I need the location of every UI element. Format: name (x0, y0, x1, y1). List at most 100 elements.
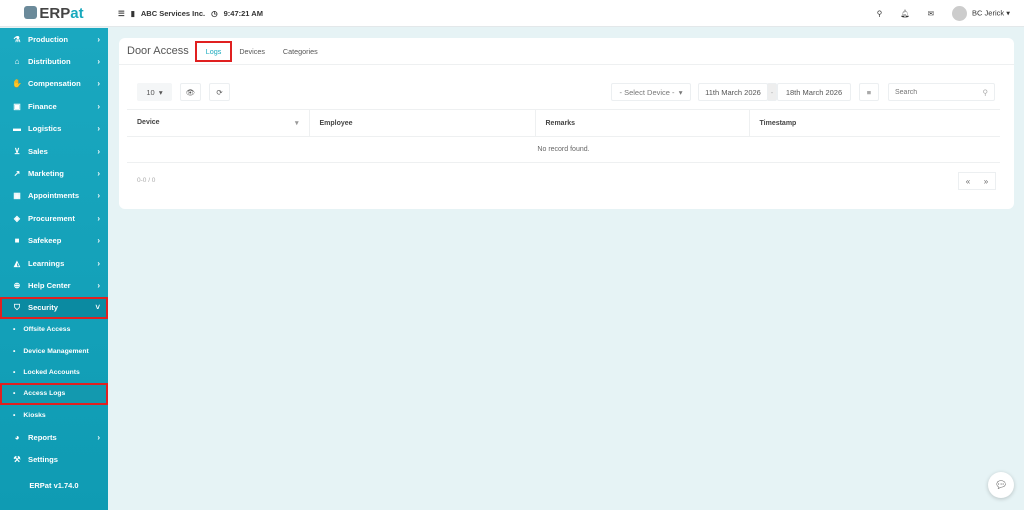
user-name: BC Jerick (972, 7, 1005, 17)
avatar (952, 5, 968, 21)
door-access-card: Door Access Logs Devices Categories 10 ▾… (119, 38, 1014, 209)
chevron-right-icon: › (97, 213, 100, 223)
sidebar-item-label: Appointments (28, 191, 80, 201)
sidebar-item-help-center[interactable]: ⊕ Help Center › (0, 274, 108, 296)
column-header-timestamp[interactable]: Timestamp (748, 109, 1000, 137)
chevron-down-icon: ˅ (95, 303, 100, 313)
chevron-right-icon: › (97, 169, 100, 179)
page-title: Door Access (127, 45, 189, 57)
clock-icon: ◷ (211, 8, 218, 18)
search-box[interactable]: ⚲ (888, 83, 995, 101)
graduation-icon: ◭ (13, 258, 21, 268)
sidebar-subitem-access-logs[interactable]: Access Logs (0, 383, 108, 405)
sidebar-subitem-offsite-access[interactable]: Offsite Access (0, 319, 108, 340)
empty-message: No record found. (127, 136, 1000, 163)
date-to-input[interactable]: 18th March 2026 (777, 83, 851, 101)
refresh-button[interactable]: ⟳ (209, 83, 230, 101)
date-from-input[interactable]: 11th March 2026 (698, 83, 768, 101)
sidebar-subitem-locked-accounts[interactable]: Locked Accounts (0, 362, 108, 383)
tab-categories[interactable]: Categories (274, 43, 327, 60)
date-separator: - (767, 83, 777, 101)
device-select[interactable]: - Select Device - ▾ (611, 83, 691, 101)
sidebar-item-finance[interactable]: ▣ Finance › (0, 95, 108, 117)
sidebar-item-label: Learnings (28, 258, 65, 268)
sidebar-item-procurement[interactable]: ◈ Procurement › (0, 207, 108, 229)
sidebar-item-compensation[interactable]: ✋ Compensation › (0, 73, 108, 95)
chat-icon: 💬︎ (994, 479, 1008, 491)
sidebar-item-security[interactable]: ⛉ Security ˅ (0, 296, 108, 320)
handshake-icon: ✋ (12, 79, 22, 89)
shield-icon: ⛉ (14, 302, 20, 312)
chevron-right-icon: › (97, 191, 100, 201)
sidebar-item-learnings[interactable]: ◭ Learnings › (0, 252, 108, 274)
cubes-icon: ◈ (13, 213, 21, 223)
app-version: ERPat v1.74.0 (29, 480, 79, 490)
sidebar-item-label: Marketing (28, 169, 64, 179)
cart-icon: ⊻ (14, 146, 20, 156)
logo[interactable]: ERPat (0, 5, 108, 22)
money-icon: ▣ (13, 101, 21, 111)
flask-icon: ⚗ (13, 34, 21, 44)
truck-icon: ▬ (13, 124, 21, 134)
sidebar-item-production[interactable]: ⚗ Production › (0, 28, 108, 50)
eye-icon: 👁︎ (185, 87, 196, 97)
sidebar-item-label: Help Center (28, 280, 71, 290)
wrench-icon: ⚒ (13, 455, 21, 465)
sidebar-item-label: Security (28, 303, 58, 313)
sidebar-item-appointments[interactable]: ▦ Appointments › (0, 185, 108, 207)
sidebar-item-settings[interactable]: ⚒ Settings (0, 448, 108, 470)
top-bar: ERPat ☰ ▮ ABC Services Inc. ◷ 9:47:21 AM… (0, 0, 1024, 27)
sidebar: ⚗ Production › ⌂ Distribution › ✋ Compensation ›… (0, 28, 108, 510)
column-visibility-button[interactable]: 👁︎ (180, 83, 201, 101)
chat-button[interactable]: 💬︎ (988, 472, 1014, 498)
chevron-right-icon: › (97, 146, 100, 156)
sidebar-item-marketing[interactable]: ↗ Marketing › (0, 162, 108, 184)
sidebar-item-label: Production (28, 34, 69, 44)
chevron-right-icon: › (97, 236, 100, 246)
next-page-button[interactable]: » (977, 173, 995, 189)
chart-icon: ↗ (13, 169, 21, 179)
sidebar-item-safekeep[interactable]: ■ Safekeep › (0, 230, 108, 252)
sidebar-item-label: Safekeep (28, 236, 62, 246)
sliders-icon: ≡ (866, 87, 872, 97)
user-menu[interactable]: BC Jerick ▾ (952, 5, 1010, 21)
sidebar-item-label: Distribution (28, 57, 71, 67)
sidebar-item-reports[interactable]: ◕ Reports › (0, 426, 108, 448)
calendar-icon: ▦ (13, 191, 21, 201)
company-name: ABC Services Inc. (140, 8, 206, 18)
sidebar-item-label: Compensation (28, 79, 81, 89)
chevron-right-icon: › (97, 34, 100, 44)
search-icon[interactable]: ⚲ (877, 9, 883, 18)
tab-devices[interactable]: Devices (230, 43, 274, 60)
sidebar-item-distribution[interactable]: ⌂ Distribution › (0, 50, 108, 72)
pagination: « » (958, 172, 996, 190)
search-icon: ⚲ (982, 87, 989, 97)
page-size-select[interactable]: 10 ▾ (137, 83, 172, 101)
building-icon: ▮ (130, 8, 135, 18)
prev-page-button[interactable]: « (959, 173, 977, 189)
bank-icon: ⌂ (14, 57, 20, 67)
column-header-device[interactable]: Device ▾ (127, 109, 309, 137)
sidebar-item-label: Logistics (28, 124, 62, 134)
column-header-remarks[interactable]: Remarks (534, 109, 749, 137)
search-input[interactable] (895, 88, 975, 96)
sidebar-item-label: Finance (28, 101, 57, 111)
chevron-right-icon: › (97, 124, 100, 134)
pie-icon: ◕ (14, 432, 20, 442)
sidebar-item-label: Procurement (28, 213, 75, 223)
tab-logs[interactable]: Logs (194, 40, 233, 62)
sidebar-subitem-device-management[interactable]: Device Management (0, 340, 108, 361)
refresh-icon: ⟳ (216, 87, 223, 97)
menu-toggle-icon[interactable]: ☰ (118, 9, 125, 18)
filter-button[interactable]: ≡ (859, 83, 879, 101)
sidebar-item-label: Reports (28, 432, 57, 442)
sidebar-subitem-kiosks[interactable]: Kiosks (0, 405, 108, 426)
column-header-employee[interactable]: Employee (308, 109, 535, 137)
chevron-right-icon: › (97, 57, 100, 67)
mail-icon[interactable]: ✉ (928, 9, 934, 18)
sidebar-item-label: Settings (28, 455, 58, 465)
box-icon: ■ (14, 236, 20, 246)
sidebar-item-sales[interactable]: ⊻ Sales › (0, 140, 108, 162)
bell-icon[interactable]: 🔔︎ (900, 9, 910, 18)
sidebar-item-logistics[interactable]: ▬ Logistics › (0, 118, 108, 140)
